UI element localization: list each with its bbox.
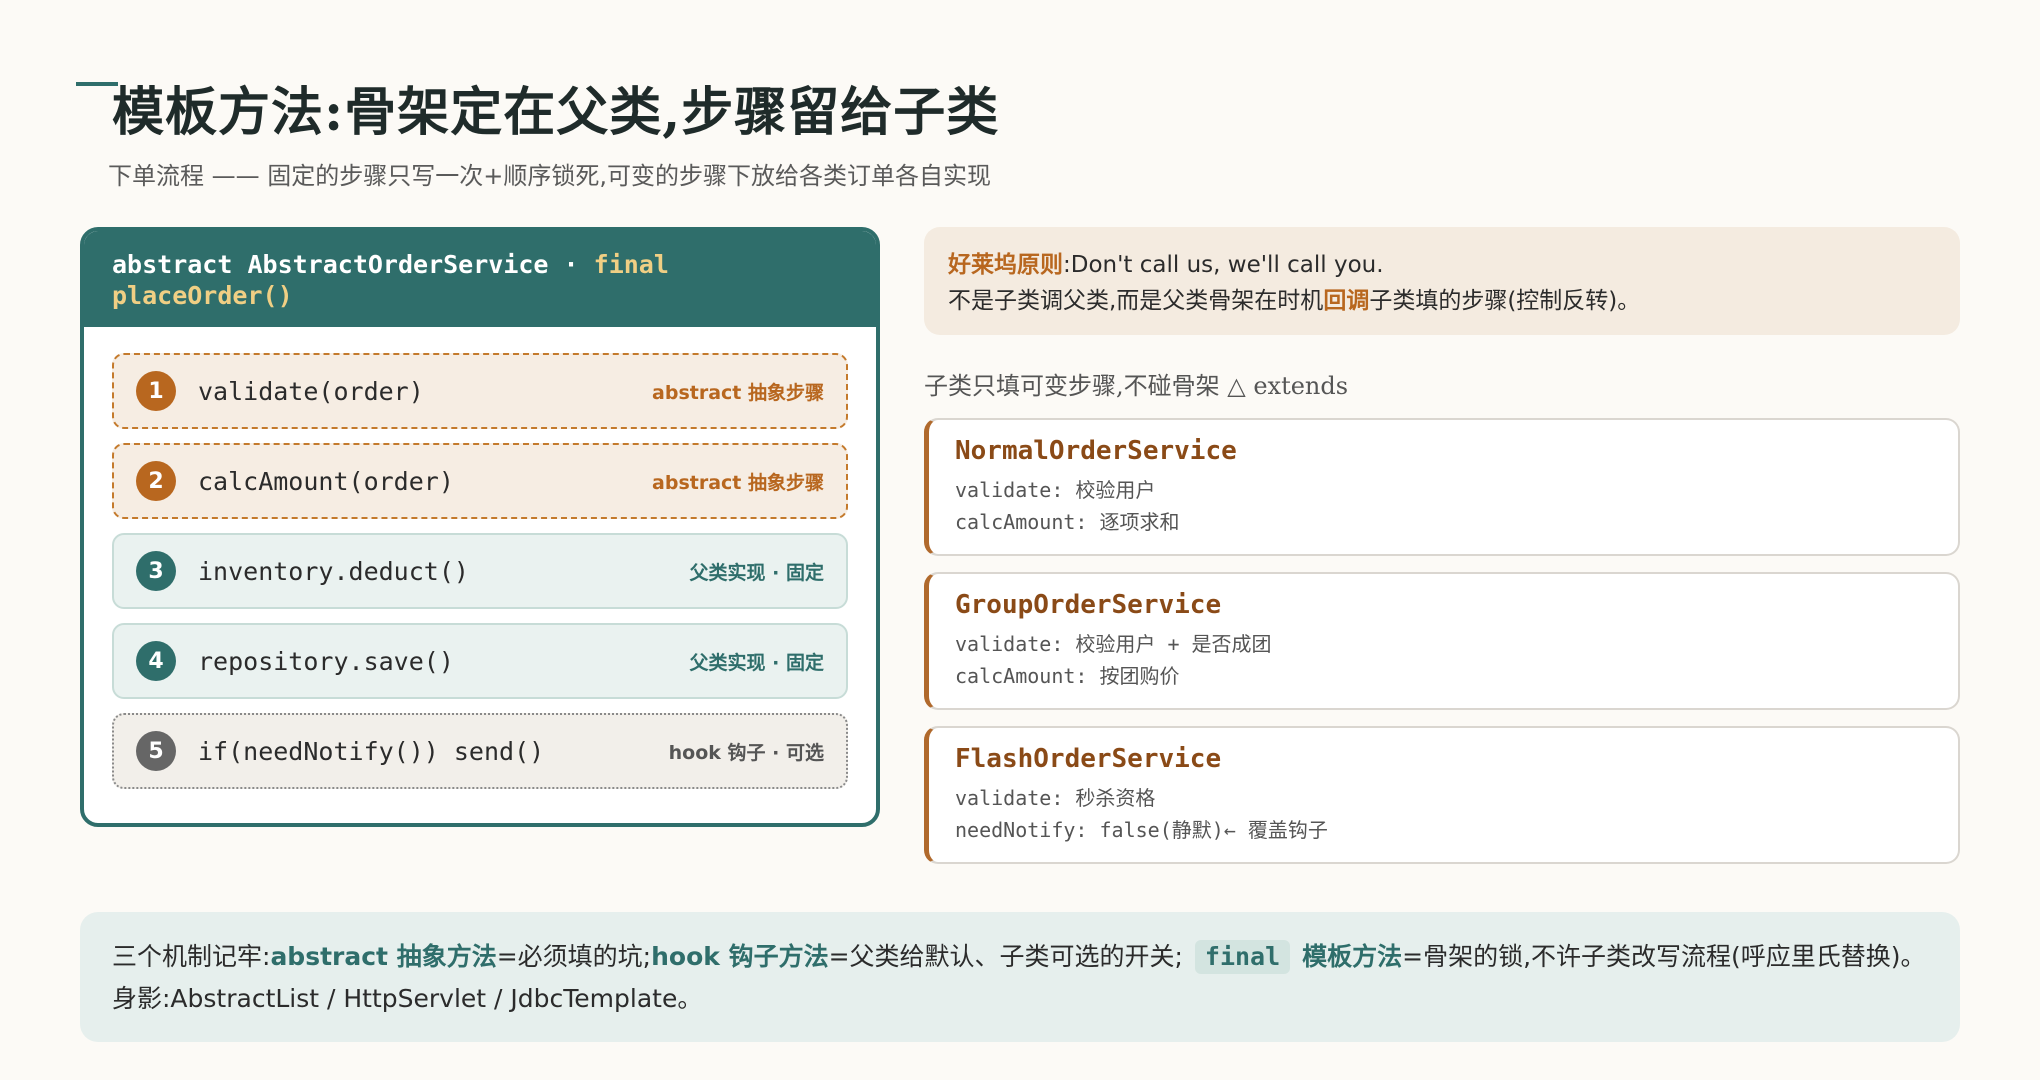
header-class-decl: abstract AbstractOrderService · bbox=[112, 250, 594, 279]
footer-abstract-desc: =必须填的坑; bbox=[496, 942, 652, 971]
footer-final-pill: final bbox=[1194, 940, 1291, 974]
step-tag: hook 钩子 · 可选 bbox=[668, 741, 824, 764]
hollywood-quote: :Don't call us, we'll call you. bbox=[1063, 252, 1384, 278]
hollywood-explain-b: 子类填的步骤(控制反转)。 bbox=[1369, 288, 1641, 314]
step-number-badge: 2 bbox=[136, 461, 176, 501]
step-code: validate(order) bbox=[198, 376, 424, 406]
summary-footer: 三个机制记牢:abstract 抽象方法=必须填的坑;hook 钩子方法=父类给… bbox=[80, 912, 1960, 1042]
hollywood-label: 好莱坞原则 bbox=[948, 252, 1063, 278]
subclass-line: validate: 秒杀资格 bbox=[955, 786, 1156, 810]
subclass-line: needNotify: false(静默)← 覆盖钩子 bbox=[955, 818, 1328, 842]
step-list: 1 validate(order) abstract 抽象步骤 2 calcAm… bbox=[112, 353, 848, 803]
step-code: repository.save() bbox=[198, 646, 454, 676]
subclass-card-normal: NormalOrderService validate: 校验用户 calcAm… bbox=[924, 418, 1960, 556]
subclass-line: calcAmount: 按团购价 bbox=[955, 664, 1180, 688]
subclass-card-flash: FlashOrderService validate: 秒杀资格 needNot… bbox=[924, 726, 1960, 864]
footer-hook-desc: =父类给默认、子类可选的开关; bbox=[828, 942, 1191, 971]
subclass-card-group: GroupOrderService validate: 校验用户 + 是否成团 … bbox=[924, 572, 1960, 710]
page-title: 模板方法:骨架定在父类,步骤留给子类 bbox=[112, 82, 1000, 143]
footer-template-term: 模板方法 bbox=[1302, 942, 1403, 971]
hollywood-principle-note: 好莱坞原则:Don't call us, we'll call you. 不是子… bbox=[924, 227, 1960, 335]
step-code: if(needNotify()) send() bbox=[198, 736, 545, 766]
template-class-card: abstract AbstractOrderService · final pl… bbox=[80, 227, 880, 827]
subclass-name: GroupOrderService bbox=[955, 590, 1222, 620]
step-calc-amount: 2 calcAmount(order) abstract 抽象步骤 bbox=[112, 443, 848, 519]
step-inventory-deduct: 3 inventory.deduct() 父类实现 · 固定 bbox=[112, 533, 848, 609]
page-subtitle: 下单流程 —— 固定的步骤只写一次+顺序锁死,可变的步骤下放给各类订单各自实现 bbox=[108, 162, 991, 190]
step-number-badge: 1 bbox=[136, 371, 176, 411]
header-final-keyword: final bbox=[593, 250, 669, 279]
subclass-name: NormalOrderService bbox=[955, 436, 1237, 466]
step-notify-hook: 5 if(needNotify()) send() hook 钩子 · 可选 bbox=[112, 713, 848, 789]
subclasses-label: 子类只填可变步骤,不碰骨架 △ extends bbox=[924, 372, 1349, 400]
footer-hook-term: hook 钩子方法 bbox=[651, 942, 829, 971]
header-method: placeOrder() bbox=[112, 281, 293, 310]
step-number-badge: 4 bbox=[136, 641, 176, 681]
step-number-badge: 5 bbox=[136, 731, 176, 771]
step-validate: 1 validate(order) abstract 抽象步骤 bbox=[112, 353, 848, 429]
template-card-header: abstract AbstractOrderService · final pl… bbox=[84, 231, 876, 327]
hollywood-callback: 回调 bbox=[1323, 288, 1370, 314]
step-tag: 父类实现 · 固定 bbox=[689, 561, 824, 584]
subclass-line: validate: 校验用户 + 是否成团 bbox=[955, 632, 1272, 656]
step-code: calcAmount(order) bbox=[198, 466, 454, 496]
subclass-line: validate: 校验用户 bbox=[955, 478, 1156, 502]
step-tag: abstract 抽象步骤 bbox=[652, 471, 824, 494]
footer-intro: 三个机制记牢: bbox=[112, 942, 271, 971]
step-tag: abstract 抽象步骤 bbox=[652, 381, 824, 404]
step-code: inventory.deduct() bbox=[198, 556, 469, 586]
step-number-badge: 3 bbox=[136, 551, 176, 591]
footer-abstract-term: abstract 抽象方法 bbox=[270, 942, 497, 971]
step-tag: 父类实现 · 固定 bbox=[689, 651, 824, 674]
step-repository-save: 4 repository.save() 父类实现 · 固定 bbox=[112, 623, 848, 699]
subclass-line: calcAmount: 逐项求和 bbox=[955, 510, 1180, 534]
subclass-name: FlashOrderService bbox=[955, 744, 1222, 774]
hollywood-explain-a: 不是子类调父类,而是父类骨架在时机 bbox=[948, 288, 1324, 314]
